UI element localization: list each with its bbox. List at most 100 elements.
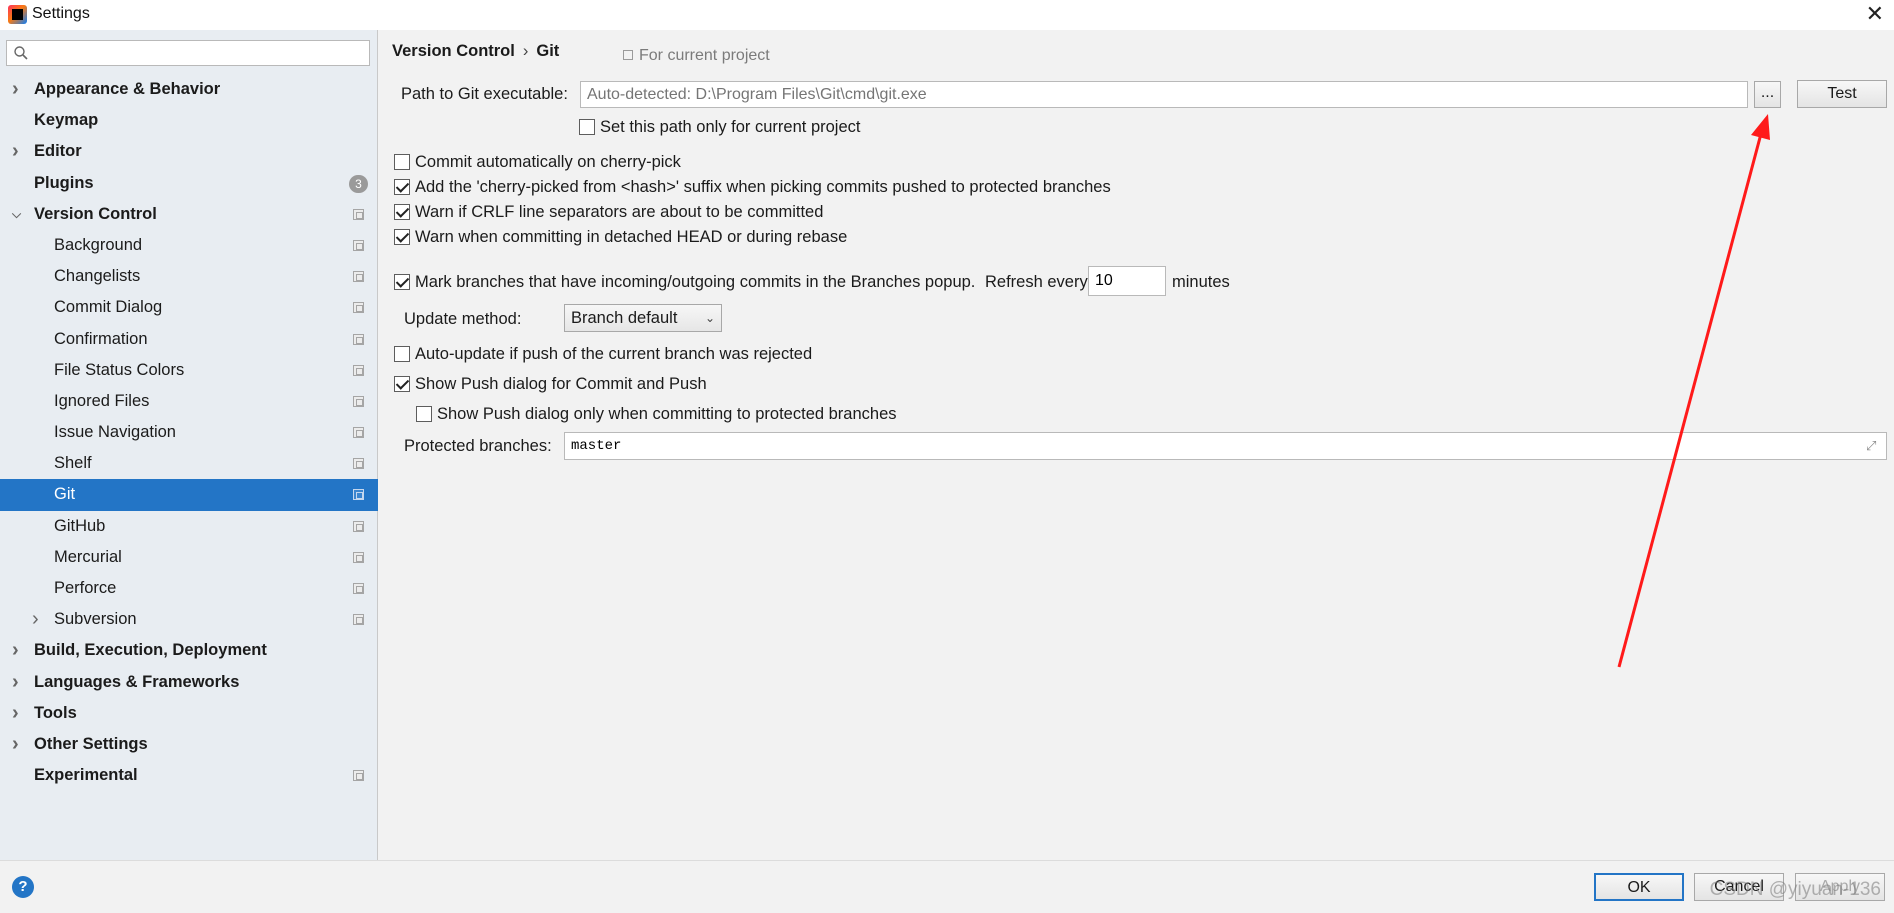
breadcrumb-parent[interactable]: Version Control [392,42,515,60]
app-logo-icon [8,5,27,24]
checkbox-box[interactable] [394,204,410,220]
browse-button[interactable]: ... [1754,81,1781,108]
chevron-right-icon[interactable]: › [12,136,24,167]
settings-tree: › Appearance & Behavior Keymap › Editor Plugi… [0,74,378,791]
project-scope-icon [353,395,364,407]
sidebar-item-label: Issue Navigation [54,423,176,442]
project-scope-icon [353,427,364,439]
checkbox-label: Auto-update if push of the current branc… [415,345,813,363]
sidebar-item-label: Mercurial [54,547,122,566]
sidebar-item[interactable]: Mercurial [0,542,378,573]
sidebar-item[interactable]: Keymap [0,105,378,136]
checkbox-label: Warn when committing in detached HEAD or… [415,228,848,246]
checkbox-box[interactable] [394,274,410,290]
sidebar-item[interactable]: Experimental [0,760,378,791]
watermark: CSDN @yiyuan-136 [1709,879,1881,900]
git-path-field[interactable] [580,81,1748,108]
sidebar-item[interactable]: Perforce [0,573,378,604]
chevron-down-icon[interactable]: ⌵ [12,199,24,230]
project-scope-icon [353,208,364,220]
chevron-right-icon[interactable]: › [12,729,24,760]
chevron-right-icon[interactable]: › [12,667,24,698]
project-scope-icon [353,770,364,782]
chevron-right-icon[interactable]: › [12,635,24,666]
checkbox-label: Commit automatically on cherry-pick [415,153,681,171]
sidebar-item-label: Commit Dialog [54,298,163,317]
sidebar-item[interactable]: › Appearance & Behavior [0,74,378,105]
sidebar-item[interactable]: › Tools [0,698,378,729]
sidebar-item-label: Version Control [34,204,157,223]
refresh-label: Refresh every [985,273,1088,291]
protected-branches-input[interactable] [565,433,1886,459]
checkbox-box[interactable] [394,229,410,245]
refresh-interval-field[interactable] [1088,266,1166,296]
dialog-footer: ? OK Cancel Apply CSDN @yiyuan-136 [0,860,1894,913]
help-icon[interactable]: ? [12,876,34,898]
test-button[interactable]: Test [1797,80,1887,108]
checkbox-label: Show Push dialog for Commit and Push [415,375,707,393]
sidebar-item-label: Appearance & Behavior [34,80,221,98]
sidebar-item[interactable]: › Subversion [0,604,378,635]
project-scope-icon [353,614,364,626]
settings-search[interactable] [6,40,370,66]
sidebar-item[interactable]: › Other Settings [0,729,378,760]
project-scope-icon [353,302,364,314]
sidebar-item[interactable]: Plugins 3 [0,168,378,199]
update-method-label: Update method: [404,310,522,328]
sidebar-item-label: Plugins [34,173,94,192]
checkbox-label: Warn if CRLF line separators are about t… [415,203,824,221]
minutes-label: minutes [1172,273,1230,291]
update-method-dropdown[interactable]: Branch default ⌄ [564,304,722,332]
sidebar-item[interactable]: Changelists [0,261,378,292]
sidebar-item-label: Ignored Files [54,391,150,410]
checkbox-box[interactable] [394,346,410,362]
project-scope-icon [353,239,364,251]
sidebar-item[interactable]: Ignored Files [0,386,378,417]
expand-icon[interactable]: ⤢ [1866,438,1882,454]
sidebar-item[interactable]: Issue Navigation [0,417,378,448]
sidebar-item-label: Experimental [34,766,138,785]
breadcrumb-separator: › [522,42,529,60]
checkbox-box[interactable] [579,119,595,135]
checkbox-box[interactable] [416,406,432,422]
chevron-right-icon[interactable]: › [12,74,24,105]
sidebar-item-label: File Status Colors [54,360,185,379]
sidebar-item[interactable]: Confirmation [0,324,378,355]
sidebar-item[interactable]: › Editor [0,136,378,167]
sidebar-item-label: Languages & Frameworks [34,672,240,691]
search-icon [14,46,28,60]
project-scope-icon [623,50,633,60]
sidebar-item-label: Keymap [34,111,99,130]
close-icon[interactable]: ✕ [1866,2,1884,26]
protected-branches-field[interactable]: ⤢ [564,432,1887,460]
refresh-interval-input[interactable] [1089,267,1165,295]
chevron-right-icon[interactable]: › [12,698,24,729]
sidebar-item[interactable]: ⌵ Version Control [0,199,378,230]
sidebar-item[interactable]: Commit Dialog [0,292,378,323]
sidebar-item-label: Git [54,485,76,504]
sidebar-item-label: Other Settings [34,734,148,753]
sidebar-item-label: Confirmation [54,329,148,348]
checkbox-box[interactable] [394,179,410,195]
sidebar-item[interactable]: GitHub [0,511,378,542]
project-scope-icon [353,583,364,594]
plugin-update-badge: 3 [349,174,368,193]
breadcrumb-current: Git [536,42,560,60]
sidebar-item[interactable]: › Languages & Frameworks [0,667,378,698]
protected-branches-label: Protected branches: [404,437,552,455]
sidebar-item[interactable]: Shelf [0,448,378,479]
sidebar-item[interactable]: Git [0,479,378,511]
search-input[interactable] [35,43,365,63]
sidebar-item[interactable]: Background [0,230,378,261]
sidebar-item[interactable]: File Status Colors [0,355,378,386]
sidebar-item-label: Subversion [54,610,137,629]
chevron-down-icon: ⌄ [704,311,715,325]
sidebar-item-label: Tools [34,703,77,722]
chevron-right-icon[interactable]: › [32,604,44,635]
git-settings-panel: Version Control › Git For current project … [379,30,1894,860]
sidebar-item[interactable]: › Build, Execution, Deployment [0,635,378,666]
git-path-input[interactable] [581,82,1747,107]
ok-button[interactable]: OK [1594,873,1684,901]
checkbox-box[interactable] [394,154,410,170]
checkbox-box[interactable] [394,376,410,392]
